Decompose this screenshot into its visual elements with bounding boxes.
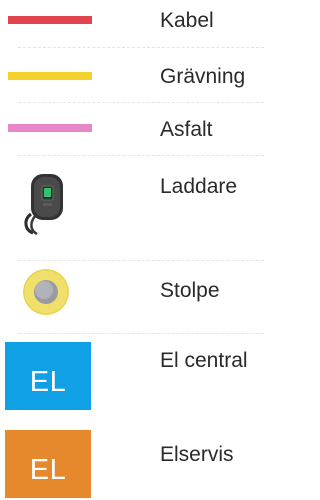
legend-label: Stolpe [160, 279, 220, 302]
elservis-icon-text: EL [29, 453, 67, 486]
pole-icon [23, 269, 69, 315]
charger-icon [24, 174, 63, 236]
el-central-icon: EL [5, 342, 91, 410]
kabel-line-swatch [8, 16, 92, 24]
legend-label: El central [160, 349, 248, 372]
legend-label: Grävning [160, 65, 246, 88]
map-legend: Kabel Grävning Asfalt Laddare Stolpe EL … [0, 0, 270, 500]
legend-label: Kabel [160, 9, 214, 32]
divider [18, 47, 264, 48]
legend-label: Elservis [160, 443, 234, 466]
divider [18, 155, 264, 156]
legend-label: Asfalt [160, 118, 213, 141]
divider [18, 260, 264, 261]
elservis-icon: EL [5, 430, 91, 498]
gravning-line-swatch [8, 72, 92, 80]
el-central-icon-text: EL [29, 365, 67, 398]
divider [18, 333, 264, 334]
legend-label: Laddare [160, 175, 238, 198]
divider [18, 102, 264, 103]
asfalt-line-swatch [8, 124, 92, 132]
